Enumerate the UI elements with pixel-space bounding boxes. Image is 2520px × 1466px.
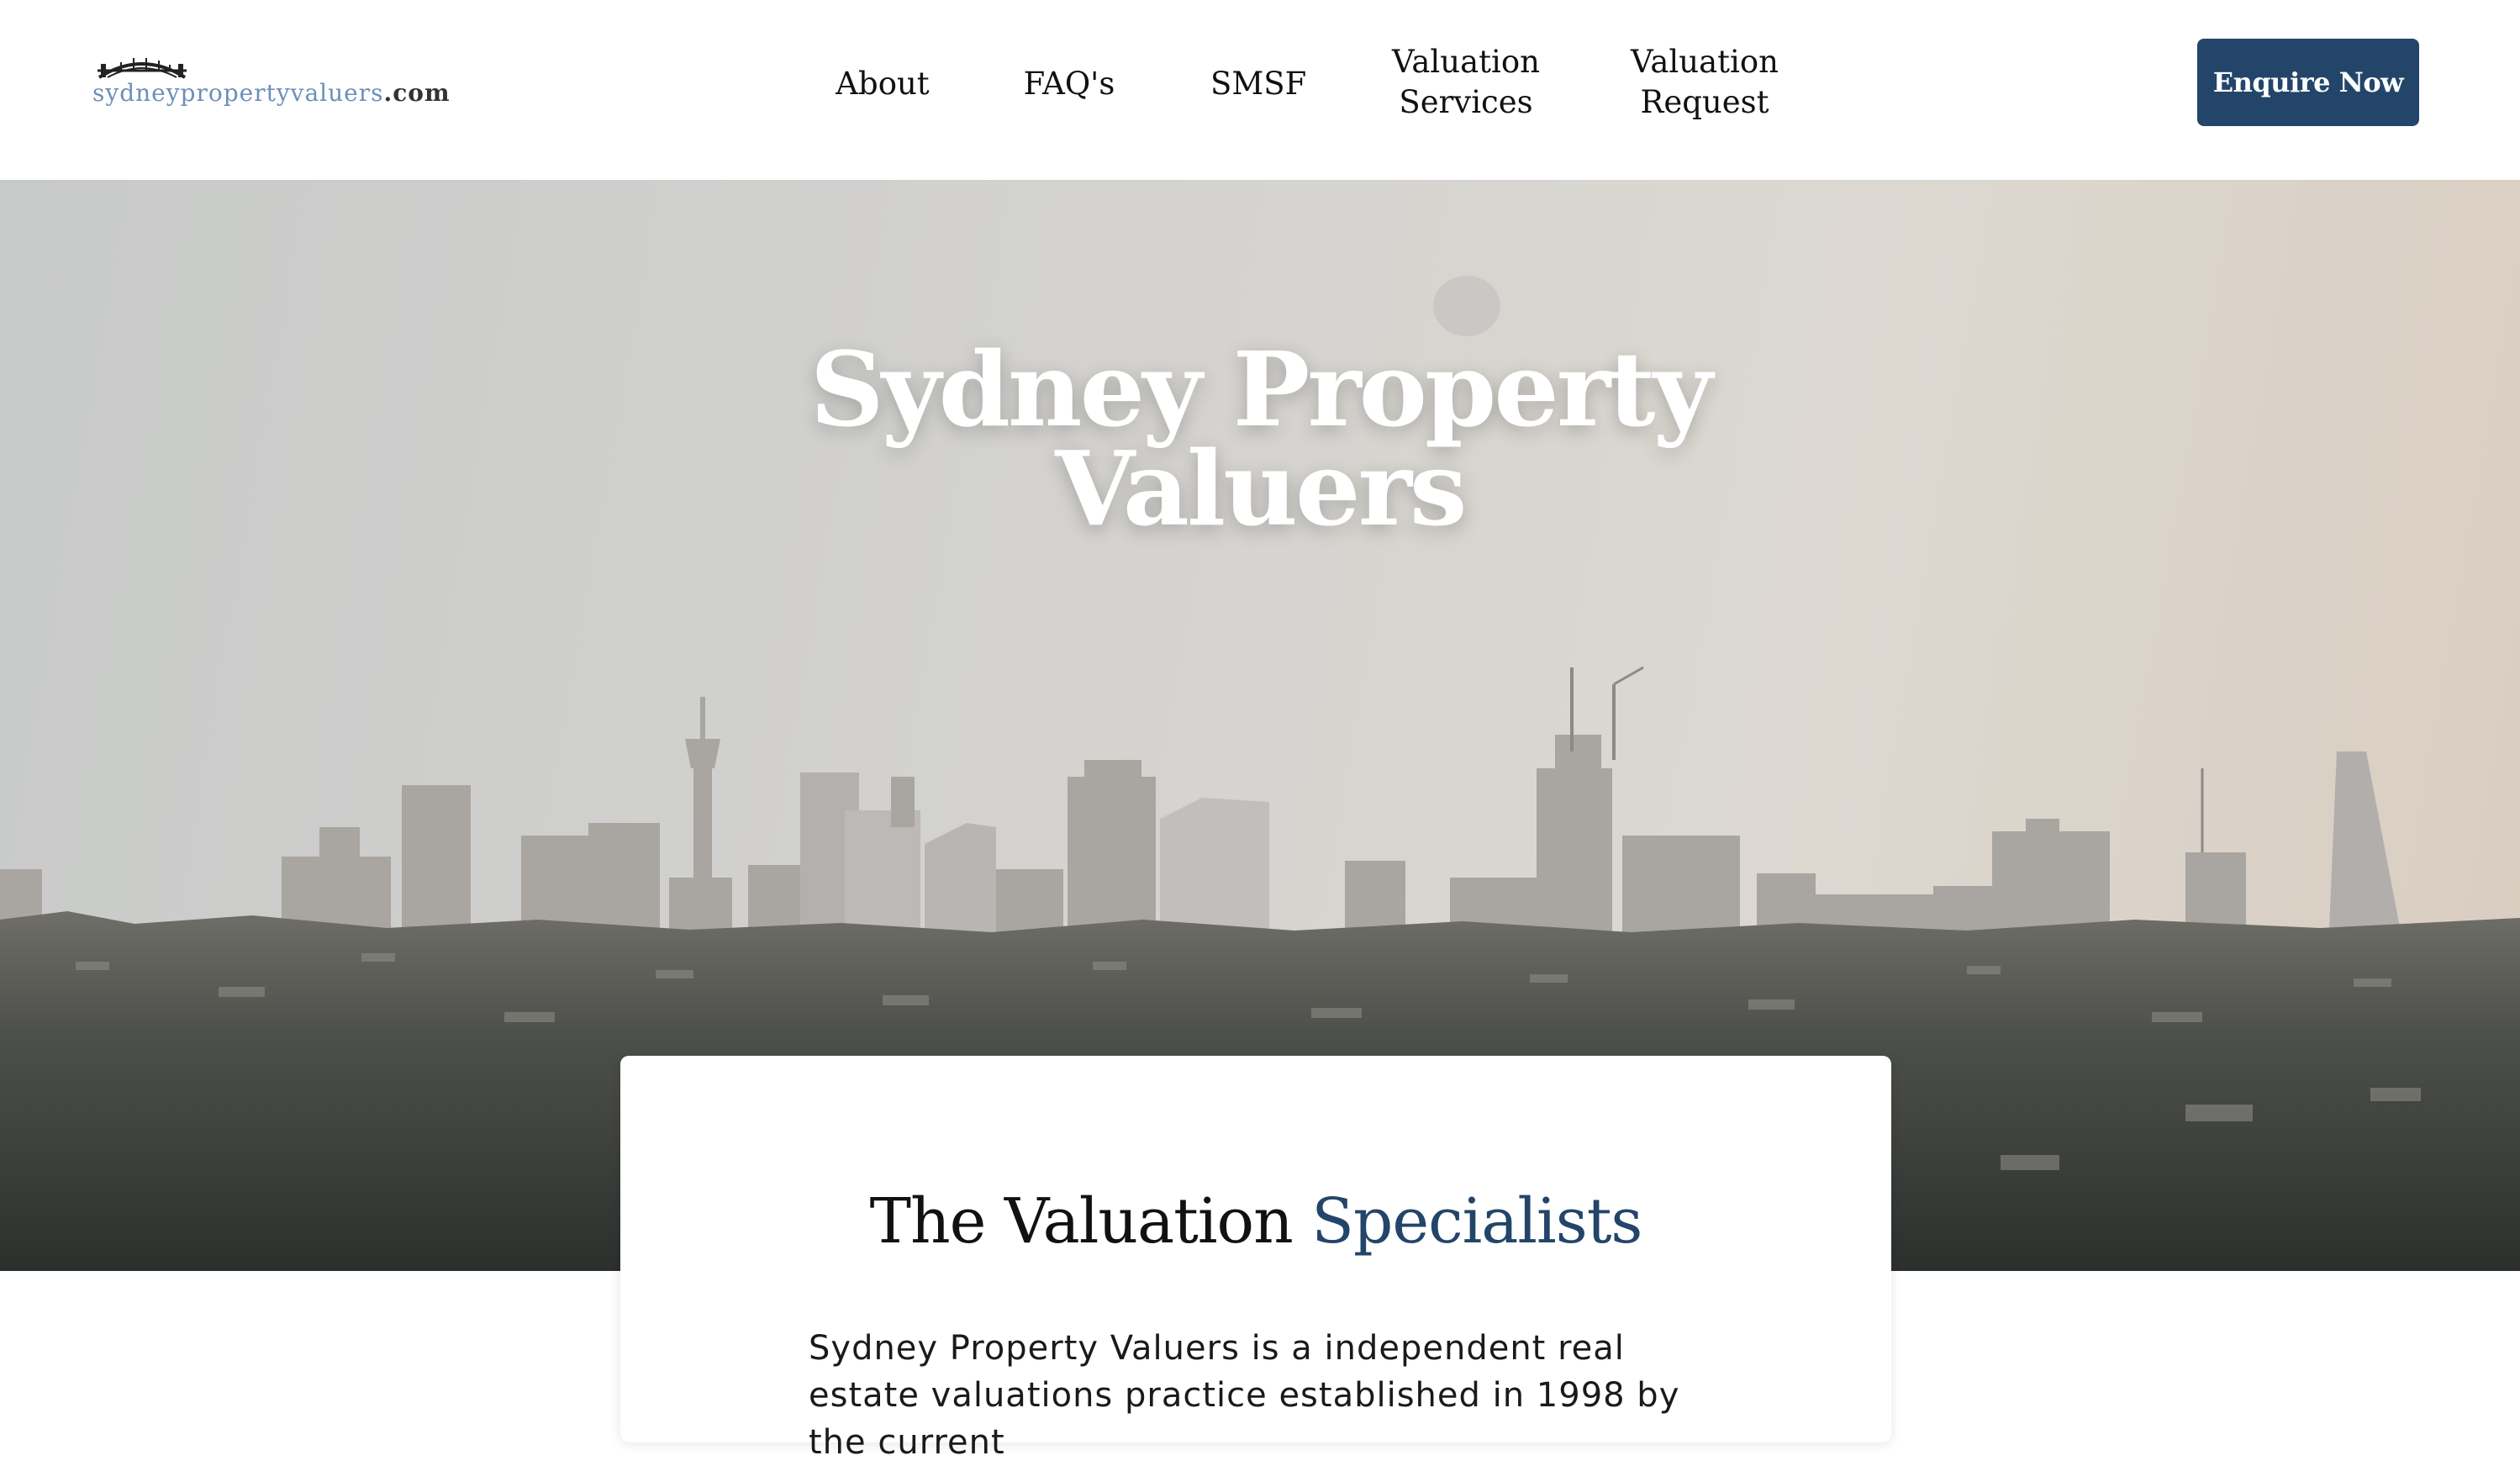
nav-valuation-services[interactable]: Valuation Services bbox=[1384, 42, 1548, 123]
intro-paragraph: Sydney Property Valuers is a independent… bbox=[809, 1329, 1680, 1462]
nav-smsf[interactable]: SMSF bbox=[1210, 64, 1306, 104]
hero-title-line1: Sydney Property bbox=[809, 329, 1713, 450]
intro-heading-part1: The Valuation bbox=[869, 1185, 1294, 1258]
nav-about[interactable]: About bbox=[832, 64, 933, 104]
nav-faqs[interactable]: FAQ's bbox=[1022, 64, 1116, 104]
site-header: sydneypropertyvaluers.com About FAQ's SM… bbox=[0, 0, 2520, 180]
logo-wordmark-tld: .com bbox=[383, 79, 451, 107]
hero-title: Sydney Property Valuers bbox=[0, 329, 2520, 549]
enquire-now-button[interactable]: Enquire Now bbox=[2197, 39, 2419, 126]
hero-title-line2: Valuers bbox=[1055, 428, 1467, 549]
logo-wordmark-main: sydneypropertyvaluers bbox=[92, 79, 384, 107]
nav-valuation-request[interactable]: Valuation Request bbox=[1622, 42, 1787, 123]
intro-card: The Valuation Specialists Sydney Propert… bbox=[620, 1056, 1891, 1462]
intro-heading: The Valuation Specialists bbox=[620, 1184, 1891, 1259]
logo-wordmark: sydneypropertyvaluers.com bbox=[92, 79, 451, 107]
harbour-bridge-icon bbox=[98, 58, 187, 79]
site-logo[interactable]: sydneypropertyvaluers.com bbox=[92, 54, 450, 113]
intro-heading-accent: Specialists bbox=[1311, 1185, 1642, 1258]
